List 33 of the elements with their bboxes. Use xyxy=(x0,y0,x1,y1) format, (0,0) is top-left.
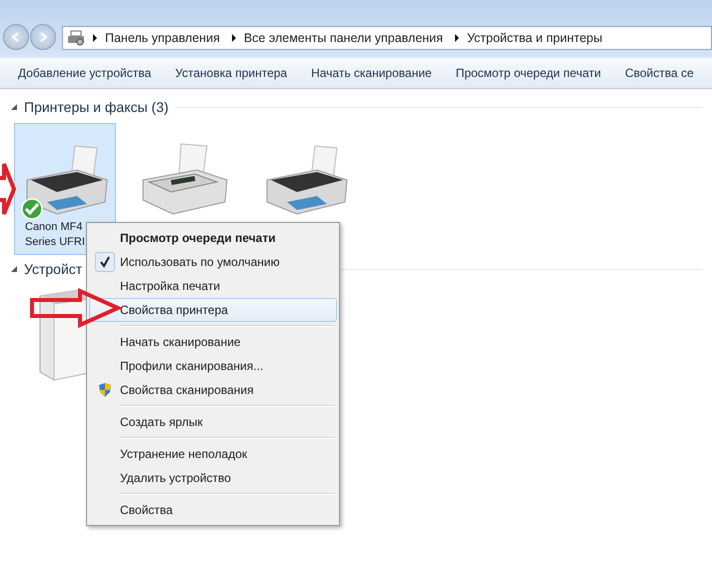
menu-item[interactable]: Создать ярлык xyxy=(89,410,337,434)
toolbar-button[interactable]: Добавление устройства xyxy=(8,62,162,84)
forward-button[interactable] xyxy=(30,24,56,50)
section-title: Устройст xyxy=(24,261,82,277)
address-bar[interactable]: Панель управления Все элементы панели управления Устройства и принтеры xyxy=(62,26,712,50)
collapse-icon[interactable] xyxy=(10,265,18,273)
breadcrumb[interactable]: Устройства и принтеры xyxy=(466,31,602,45)
menu-item[interactable]: Свойства xyxy=(89,498,337,522)
chevron-icon xyxy=(452,33,461,43)
menu-item[interactable]: Свойства принтера xyxy=(89,298,337,322)
chevron-icon xyxy=(230,33,238,43)
toolbar-button[interactable]: Свойства се xyxy=(614,62,704,84)
menu-item[interactable]: Начать сканирование xyxy=(89,330,337,354)
device-label: Canon MF4 xyxy=(24,220,82,235)
toolbar-button[interactable]: Начать сканирование xyxy=(301,62,442,84)
menu-item[interactable]: Профили сканирования... xyxy=(89,354,337,378)
menu-item[interactable]: Удалить устройство xyxy=(89,466,337,490)
menu-item[interactable]: Свойства сканирования xyxy=(89,378,337,402)
breadcrumb[interactable]: Все элементы панели управления xyxy=(244,31,443,45)
toolbar-button[interactable]: Просмотр очереди печати xyxy=(446,62,611,84)
collapse-icon[interactable] xyxy=(10,103,18,111)
menu-item[interactable]: Устранение неполадок xyxy=(89,442,337,466)
checkmark-icon xyxy=(95,252,115,272)
menu-item[interactable]: Настройка печати xyxy=(89,274,337,298)
toolbar-button[interactable]: Установка принтера xyxy=(165,62,298,84)
breadcrumb[interactable]: Панель управления xyxy=(105,31,220,45)
section-title: Принтеры и факсы (3) xyxy=(24,99,169,115)
device-tile[interactable]: Canon MF4 Series UFRI xyxy=(14,123,116,255)
shield-icon xyxy=(98,382,112,398)
back-button[interactable] xyxy=(3,24,29,50)
chevron-icon xyxy=(91,33,99,43)
printer-icon xyxy=(67,30,85,46)
device-label: Series UFRI xyxy=(24,235,85,250)
